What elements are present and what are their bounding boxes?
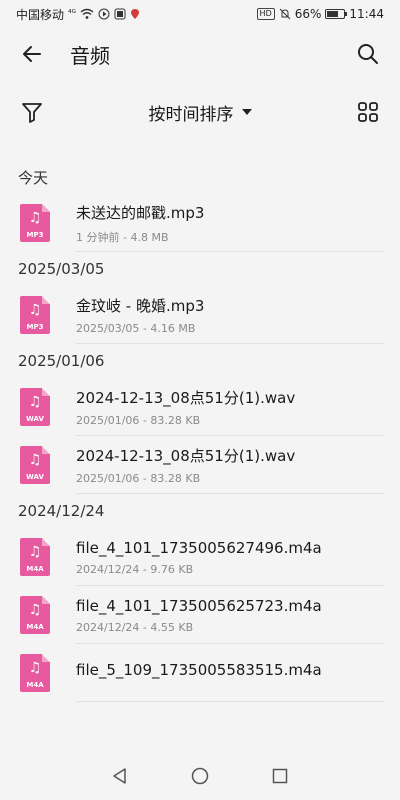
grid-view-icon <box>358 102 378 122</box>
sort-label: 按时间排序 <box>148 104 234 125</box>
carrier-label: 中国移动 <box>16 7 65 22</box>
file-list-item[interactable]: ♫ M4A file_4_101_1735005625723.m4a 2024/12/… <box>0 586 400 644</box>
audio-file-icon: ♫ M4A <box>20 654 50 692</box>
section-header: 2025/03/05 <box>18 260 105 278</box>
audio-file-icon: ♫ M4A <box>20 538 50 576</box>
clock: 11:44 <box>349 7 384 21</box>
page-title: 音频 <box>70 43 110 68</box>
file-name: file_4_101_1735005625723.m4a <box>76 596 322 615</box>
file-extension-label: M4A <box>26 623 44 631</box>
hd-badge: HD <box>256 8 275 20</box>
divider <box>76 493 384 494</box>
back-button[interactable] <box>16 38 48 70</box>
file-name: 金玟岐 - 晚婚.mp3 <box>76 297 205 315</box>
divider <box>76 701 384 702</box>
status-bar: 中国移动 ⁴ᴳ HD 66% 11:44 <box>0 0 400 28</box>
file-extension-label: WAV <box>26 473 44 481</box>
file-name: file_5_109_1735005583515.m4a <box>76 661 322 679</box>
music-note-icon: ♫ <box>28 302 42 318</box>
divider <box>76 343 384 344</box>
file-list-item[interactable]: ♫ MP3 金玟岐 - 晚婚.mp3 2025/03/05 - 4.16 MB <box>0 286 400 344</box>
file-meta: 2025/03/05 - 4.16 MB <box>76 322 196 335</box>
nav-home-icon[interactable] <box>191 767 209 785</box>
file-meta: 2024/12/24 - 4.55 KB <box>76 620 194 634</box>
nav-recents-icon[interactable] <box>271 767 289 785</box>
music-note-icon: ♫ <box>28 394 42 410</box>
file-list-item[interactable]: ♫ MP3 未送达的邮戳.mp3 1 分钟前 - 4.8 MB <box>0 194 400 252</box>
file-extension-label: WAV <box>26 415 44 423</box>
audio-file-icon: ♫ WAV <box>20 446 50 484</box>
file-name: 2024-12-13_08点51分(1).wav <box>76 389 296 407</box>
filter-icon <box>22 103 42 123</box>
location-icon <box>131 9 140 19</box>
file-extension-label: M4A <box>26 681 44 689</box>
music-note-icon: ♫ <box>28 210 42 226</box>
audio-file-icon: ♫ MP3 <box>20 296 50 334</box>
mute-icon <box>279 8 291 20</box>
search-icon <box>358 44 378 64</box>
file-list: 今天 ♫ MP3 未送达的邮戳.mp3 1 分钟前 - 4.8 MB 2025/03/05… <box>0 160 400 702</box>
divider <box>76 251 384 252</box>
file-meta: 2025/01/06 - 83.28 KB <box>76 472 201 485</box>
music-note-icon: ♫ <box>28 602 42 618</box>
audio-file-icon: ♫ M4A <box>20 596 50 634</box>
file-list-item[interactable]: ♫ WAV 2024-12-13_08点51分(1).wav 2025/01/06 -… <box>0 436 400 494</box>
audio-file-icon: ♫ WAV <box>20 388 50 426</box>
file-name: file_4_101_1735005627496.m4a <box>76 538 322 557</box>
file-name: 未送达的邮戳.mp3 <box>76 203 205 222</box>
music-note-icon: ♫ <box>28 452 42 468</box>
notification-icon <box>114 8 126 20</box>
music-note-icon: ♫ <box>28 660 42 676</box>
music-note-icon: ♫ <box>28 544 42 560</box>
sort-bar: 按时间排序 <box>0 88 400 136</box>
file-list-item[interactable]: ♫ M4A file_5_109_1735005583515.m4a <box>0 644 400 702</box>
file-list-item[interactable]: ♫ WAV 2024-12-13_08点51分(1).wav 2025/01/06 -… <box>0 378 400 436</box>
audio-file-icon: ♫ MP3 <box>20 204 50 242</box>
file-meta: 2025/01/06 - 83.28 KB <box>76 414 201 427</box>
file-extension-label: M4A <box>26 565 44 573</box>
wifi-icon <box>80 8 94 19</box>
signal-icon: ⁴ᴳ <box>68 9 77 19</box>
section-header: 今天 <box>18 168 49 187</box>
battery-percent: 66% <box>294 7 322 21</box>
grid-view-button[interactable] <box>352 96 384 128</box>
battery-icon <box>325 9 348 19</box>
file-meta: 1 分钟前 - 4.8 MB <box>76 230 169 244</box>
sort-dropdown[interactable]: 按时间排序 <box>149 100 252 125</box>
search-button[interactable] <box>352 38 384 70</box>
filter-button[interactable] <box>16 96 48 128</box>
app-bar: 音频 <box>0 28 400 80</box>
back-arrow-icon <box>23 46 41 62</box>
system-nav-bar <box>0 752 400 800</box>
file-extension-label: MP3 <box>26 231 44 239</box>
file-extension-label: MP3 <box>26 323 44 331</box>
dropdown-caret-icon <box>241 109 252 115</box>
file-list-item[interactable]: ♫ M4A file_4_101_1735005627496.m4a 2024/12/… <box>0 528 400 586</box>
file-meta: 2024/12/24 - 9.76 KB <box>76 562 194 576</box>
play-icon <box>98 8 110 20</box>
nav-back-icon[interactable] <box>111 767 129 785</box>
section-header: 2024/12/24 <box>18 502 105 520</box>
file-name: 2024-12-13_08点51分(1).wav <box>76 447 296 465</box>
section-header: 2025/01/06 <box>18 352 105 370</box>
